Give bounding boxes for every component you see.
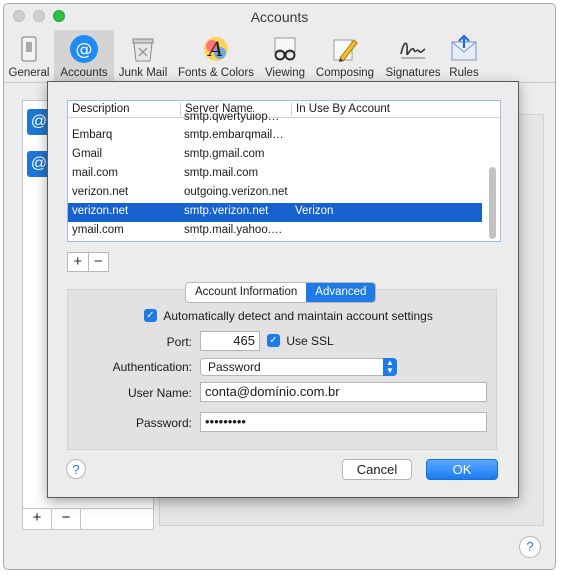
ok-button[interactable]: OK xyxy=(426,459,498,480)
use-ssl-checkbox[interactable]: ✓ xyxy=(267,334,280,348)
accounts-add-remove: + − xyxy=(22,508,154,530)
auto-detect-checkbox[interactable]: ✓ xyxy=(144,309,157,323)
signature-icon xyxy=(397,33,429,65)
general-icon xyxy=(13,33,45,65)
tab-account-information[interactable]: Account Information xyxy=(186,283,306,302)
svg-text:@: @ xyxy=(76,40,93,60)
table-row[interactable]: ymail.com smtp.mail.yahoo.… xyxy=(68,222,482,241)
junk-mail-icon xyxy=(127,33,159,65)
cell-server: smtp.qwertyuiop… xyxy=(184,111,280,123)
title-bar: Accounts xyxy=(4,4,555,28)
toolbar-general[interactable]: General xyxy=(4,30,54,82)
cell-server: smtp.verizon.net xyxy=(184,205,269,217)
toolbar-label: Junk Mail xyxy=(118,67,168,79)
toolbar-label: Composing xyxy=(315,67,375,79)
auto-detect-row: ✓ Automatically detect and maintain acco… xyxy=(144,308,433,323)
at-sign-icon: @ xyxy=(68,33,100,65)
smtp-server-table[interactable]: Description Server Name In Use By Accoun… xyxy=(67,100,501,242)
cell-description: ymail.com xyxy=(72,224,124,236)
cell-server: outgoing.verizon.net xyxy=(184,186,288,198)
toolbar-composing[interactable]: Composing xyxy=(310,30,380,82)
toolbar-fonts-colors[interactable]: A Fonts & Colors xyxy=(172,30,260,82)
toolbar-viewing[interactable]: Viewing xyxy=(260,30,310,82)
rules-icon xyxy=(448,33,480,65)
toolbar-signatures[interactable]: Signatures xyxy=(380,30,446,82)
svg-text:A: A xyxy=(207,37,223,61)
smtp-server-sheet: Description Server Name In Use By Accoun… xyxy=(47,81,519,498)
cell-in-use: Verizon xyxy=(295,205,334,217)
preferences-toolbar: General @ Accounts Junk Mail A Fonts & C… xyxy=(4,28,555,83)
fonts-colors-icon: A xyxy=(200,33,232,65)
cell-server: smtp.mail.com xyxy=(184,167,259,179)
toolbar-label: Rules xyxy=(449,67,479,79)
toolbar-label: Viewing xyxy=(264,67,306,79)
remove-server-button[interactable]: − xyxy=(89,253,109,271)
chevron-updown-icon: ▲ ▼ xyxy=(383,358,397,376)
window-title: Accounts xyxy=(250,9,309,25)
help-button[interactable]: ? xyxy=(66,459,86,479)
table-row[interactable]: Embarq smtp.embarqmail… xyxy=(68,127,482,146)
cell-description: mail.com xyxy=(72,167,119,179)
toolbar-junk-mail[interactable]: Junk Mail xyxy=(114,30,172,82)
add-server-button[interactable]: + xyxy=(68,253,89,271)
use-ssl-row: ✓ Use SSL xyxy=(267,333,334,348)
password-field[interactable]: ••••••••• xyxy=(200,412,487,432)
table-row[interactable]: smtp.qwertyuiop… xyxy=(68,111,482,123)
window-help-button[interactable]: ? xyxy=(519,536,541,558)
server-add-remove: + − xyxy=(67,252,109,272)
cell-server: smtp.gmail.com xyxy=(184,148,265,160)
toolbar-label: Accounts xyxy=(60,67,108,79)
pencil-icon xyxy=(329,33,361,65)
add-account-button[interactable]: + xyxy=(23,509,52,529)
toolbar-label: Fonts & Colors xyxy=(177,67,255,79)
toolbar-label: General xyxy=(8,67,50,79)
table-row[interactable]: Gmail smtp.gmail.com xyxy=(68,146,482,165)
glasses-icon xyxy=(269,33,301,65)
password-label: Password: xyxy=(135,416,192,430)
username-field[interactable]: conta@domínio.com.br xyxy=(200,382,487,402)
port-field[interactable]: 465 xyxy=(200,331,260,351)
toolbar-accounts[interactable]: @ Accounts xyxy=(54,30,114,82)
table-row-selected[interactable]: verizon.net smtp.verizon.net Verizon xyxy=(68,203,482,222)
cell-server: smtp.mail.yahoo.… xyxy=(184,224,283,236)
toolbar-rules[interactable]: Rules xyxy=(446,30,482,82)
use-ssl-label: Use SSL xyxy=(286,333,334,348)
remove-account-button[interactable]: − xyxy=(52,509,81,529)
authentication-label: Authentication: xyxy=(112,360,192,374)
cell-server: smtp.embarqmail… xyxy=(184,129,284,141)
table-row[interactable]: mail.com smtp.mail.com xyxy=(68,165,482,184)
cancel-button[interactable]: Cancel xyxy=(342,459,412,480)
cell-description: verizon.net xyxy=(72,205,129,217)
table-scrollbar[interactable] xyxy=(489,167,496,239)
table-row[interactable]: verizon.net outgoing.verizon.net xyxy=(68,184,482,203)
cell-description: Embarq xyxy=(72,129,113,141)
cell-description: Gmail xyxy=(72,148,103,160)
toolbar-label: Signatures xyxy=(385,67,441,79)
username-label: User Name: xyxy=(127,386,192,400)
authentication-value: Password xyxy=(208,360,261,374)
port-label: Port: xyxy=(166,335,192,349)
authentication-select[interactable]: Password ▲ ▼ xyxy=(200,358,397,376)
tab-advanced[interactable]: Advanced xyxy=(306,283,376,302)
tab-control: Account Information Advanced xyxy=(185,282,377,303)
auto-detect-label: Automatically detect and maintain accoun… xyxy=(163,308,433,323)
cell-description: verizon.net xyxy=(72,186,129,198)
